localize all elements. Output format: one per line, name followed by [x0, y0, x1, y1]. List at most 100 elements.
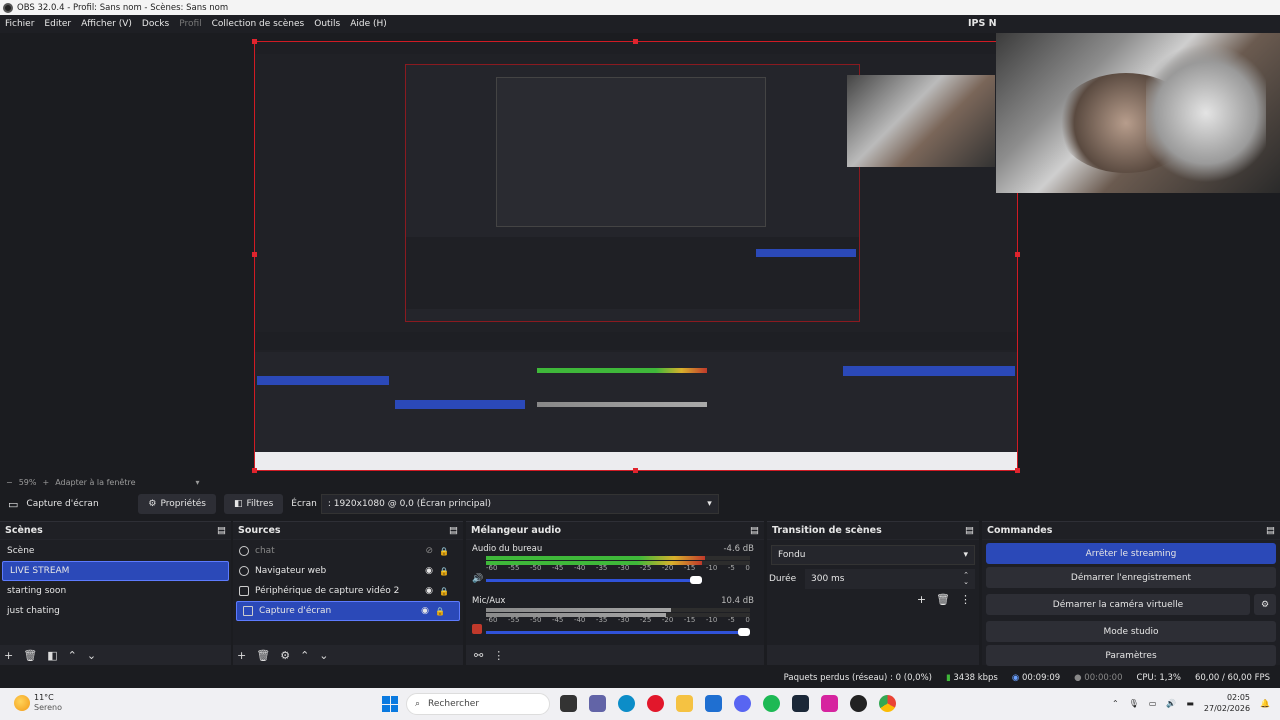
resize-handle-b[interactable]	[633, 468, 638, 473]
resize-handle-t[interactable]	[633, 39, 638, 44]
zoom-fit-dropdown[interactable]: Adapter à la fenêtre	[55, 478, 135, 487]
source-item[interactable]: Périphérique de capture vidéo 2 ◉ 🔒	[233, 581, 463, 601]
trash-icon[interactable]: 🗑	[936, 593, 950, 606]
chevron-down-icon[interactable]: ▾	[195, 478, 199, 487]
file-explorer-icon[interactable]	[676, 695, 693, 712]
clock[interactable]: 02:05 27/02/2026	[1204, 692, 1250, 714]
start-recording-button[interactable]: Démarrer l'enregistrement	[986, 567, 1276, 588]
windows-start-icon[interactable]	[382, 696, 398, 712]
resize-handle-bl[interactable]	[252, 468, 257, 473]
channel-db: -4.6 dB	[723, 544, 754, 554]
webcam-feed[interactable]	[996, 33, 1280, 193]
taskbar-search[interactable]: ⌕ Rechercher	[406, 693, 550, 715]
menu-fichier[interactable]: Fichier	[0, 19, 39, 29]
menu-dots-icon[interactable]: ⋮	[960, 593, 971, 606]
steam-icon[interactable]	[792, 695, 809, 712]
start-virtual-camera-button[interactable]: Démarrer la caméra virtuelle	[986, 594, 1250, 615]
volume-knob[interactable]	[738, 628, 750, 636]
resize-handle-tl[interactable]	[252, 39, 257, 44]
dock-menu-icon[interactable]: ▤	[750, 525, 759, 536]
add-icon[interactable]: +	[4, 649, 13, 662]
resize-handle-l[interactable]	[252, 252, 257, 257]
lock-icon[interactable]: 🔒	[439, 547, 449, 556]
mic-icon[interactable]: 🎙	[1129, 699, 1139, 708]
scene-item[interactable]: starting soon	[0, 581, 231, 601]
arrow-down-icon[interactable]: ⌄	[87, 649, 96, 662]
link-icon[interactable]: ⚯	[474, 649, 483, 662]
store-icon[interactable]	[705, 695, 722, 712]
trash-icon[interactable]: 🗑	[23, 649, 37, 662]
lock-icon[interactable]: 🔒	[439, 567, 449, 576]
filter-icon[interactable]: ◧	[47, 649, 57, 662]
system-tray: ⌃ 🎙 ▭ 🔊 ▬ 02:05 27/02/2026 🔔	[1112, 692, 1270, 714]
transition-select[interactable]: Fondu ▾	[771, 545, 975, 565]
lock-icon[interactable]: 🔒	[439, 587, 449, 596]
resize-handle-r[interactable]	[1015, 252, 1020, 257]
menu-afficher[interactable]: Afficher (V)	[76, 19, 137, 29]
filters-button[interactable]: ◧ Filtres	[223, 494, 284, 514]
chevron-up-icon[interactable]: ⌃	[1112, 699, 1119, 708]
discord-icon[interactable]	[734, 695, 751, 712]
arrow-down-icon[interactable]: ⌄	[319, 649, 328, 662]
menu-dots-icon[interactable]: ⋮	[493, 649, 504, 662]
spin-arrows-icon[interactable]: ⌃ ⌄	[963, 572, 969, 586]
network-icon[interactable]: ▭	[1149, 699, 1157, 708]
dock-menu-icon[interactable]: ▤	[217, 525, 226, 536]
menu-aide[interactable]: Aide (H)	[345, 19, 392, 29]
edge-icon[interactable]	[618, 695, 635, 712]
scene-item[interactable]: Scène	[0, 541, 231, 561]
zoom-in-icon[interactable]: +	[42, 478, 49, 487]
virtual-camera-settings-button[interactable]: ⚙	[1254, 594, 1276, 615]
menu-collection[interactable]: Collection de scènes	[207, 19, 310, 29]
trash-icon[interactable]: 🗑	[256, 649, 270, 662]
eye-icon[interactable]: ◉	[425, 586, 433, 596]
scene-item[interactable]: just chating	[0, 601, 231, 621]
speaker-icon[interactable]: 🔊	[472, 574, 483, 584]
weather-widget[interactable]: 11°C Sereno	[14, 693, 62, 713]
eye-hidden-icon[interactable]: ⊘	[425, 546, 433, 556]
menu-editer[interactable]: Editer	[39, 19, 76, 29]
lock-icon[interactable]: 🔒	[435, 607, 445, 616]
stop-streaming-button[interactable]: Arrêter le streaming	[986, 543, 1276, 564]
menu-profil[interactable]: Profil	[174, 19, 206, 29]
obs-taskbar-icon[interactable]	[850, 695, 867, 712]
dock-menu-icon[interactable]: ▤	[965, 525, 974, 536]
instagram-icon[interactable]	[821, 695, 838, 712]
volume-icon[interactable]: 🔊	[1166, 699, 1176, 708]
eye-icon[interactable]: ◉	[421, 606, 429, 616]
menu-outils[interactable]: Outils	[309, 19, 345, 29]
dock-menu-icon[interactable]: ▤	[449, 525, 458, 536]
source-item-selected[interactable]: Capture d'écran ◉ 🔒	[236, 601, 460, 621]
taskview-icon[interactable]	[560, 695, 577, 712]
volume-slider[interactable]	[486, 628, 750, 636]
chrome-icon[interactable]	[879, 695, 896, 712]
source-item[interactable]: Navigateur web ◉ 🔒	[233, 561, 463, 581]
arrow-up-icon[interactable]: ⌃	[68, 649, 77, 662]
opera-icon[interactable]	[647, 695, 664, 712]
zoom-out-icon[interactable]: −	[6, 478, 13, 487]
zoom-bar: − 59% + Adapter à la fenêtre ▾	[0, 475, 1280, 489]
eye-icon[interactable]: ◉	[425, 566, 433, 576]
screen-select[interactable]: : 1920x1080 @ 0,0 (Écran principal) ▾	[320, 494, 719, 514]
notification-bell-icon[interactable]: 🔔	[1260, 699, 1270, 708]
scene-item-selected[interactable]: LIVE STREAM	[2, 561, 229, 581]
arrow-up-icon[interactable]: ⌃	[300, 649, 309, 662]
mic-muted-icon[interactable]	[472, 624, 482, 634]
properties-button[interactable]: ⚙ Propriétés	[138, 494, 216, 514]
settings-button[interactable]: Paramètres	[986, 645, 1276, 666]
dock-menu-icon[interactable]: ▤	[1266, 525, 1275, 536]
teams-icon[interactable]	[589, 695, 606, 712]
source-item[interactable]: chat ⊘ 🔒	[233, 541, 463, 561]
resize-handle-br[interactable]	[1015, 468, 1020, 473]
gear-icon[interactable]: ⚙	[280, 649, 290, 662]
preview-area[interactable]	[0, 33, 1280, 475]
spotify-icon[interactable]	[763, 695, 780, 712]
volume-slider[interactable]	[486, 576, 702, 584]
battery-icon[interactable]: ▬	[1186, 699, 1194, 708]
studio-mode-button[interactable]: Mode studio	[986, 621, 1276, 642]
volume-knob[interactable]	[690, 576, 702, 584]
add-icon[interactable]: +	[917, 593, 926, 606]
duration-spinbox[interactable]: 300 ms ⌃ ⌄	[805, 569, 975, 589]
add-icon[interactable]: +	[237, 649, 246, 662]
menu-docks[interactable]: Docks	[137, 19, 174, 29]
